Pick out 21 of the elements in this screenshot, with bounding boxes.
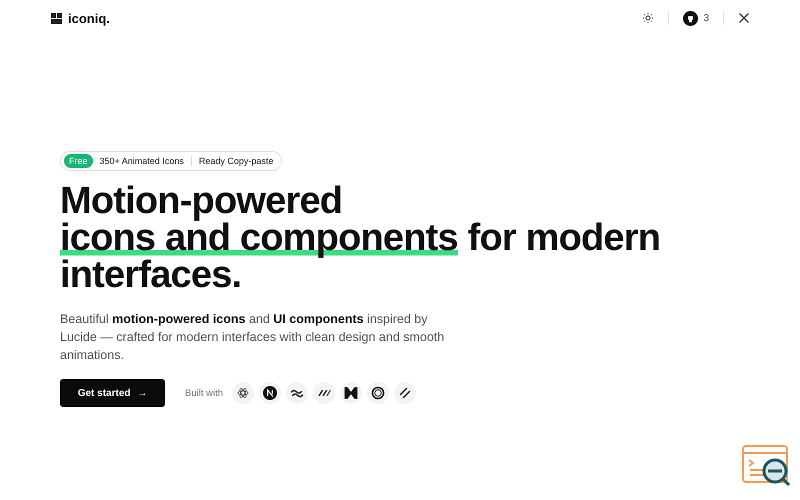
description: Beautiful motion-powered icons and UI components inspired by Lucide — crafted for modern interfaces with clean design and smooth animations. (60, 311, 446, 364)
double-slash-icon[interactable] (399, 387, 412, 399)
built-with-label: Built with (185, 388, 224, 398)
ring-icon[interactable] (371, 386, 386, 400)
wave-icon[interactable] (290, 388, 304, 398)
badge-text: Ready Copy-paste (198, 156, 274, 166)
sun-icon[interactable] (642, 12, 654, 24)
get-started-button[interactable]: Get started → (60, 379, 165, 407)
atom-icon[interactable] (237, 387, 250, 399)
github-icon (683, 10, 698, 26)
badge-text: 350+ Animated Icons (100, 156, 184, 166)
headline: Motion-powered icons and components for modern interfaces. (60, 183, 662, 294)
logo-icon (51, 12, 62, 24)
stripes-icon[interactable] (317, 389, 332, 397)
n-circle-icon[interactable] (263, 386, 278, 400)
free-tag: Free (64, 154, 93, 168)
brand-name[interactable]: iconiq. (68, 10, 110, 26)
m-logo-icon[interactable] (344, 387, 358, 399)
x-logo-icon[interactable] (738, 12, 750, 24)
inspect-window-icon[interactable] (742, 444, 792, 488)
github-link[interactable]: 3 (683, 10, 709, 26)
